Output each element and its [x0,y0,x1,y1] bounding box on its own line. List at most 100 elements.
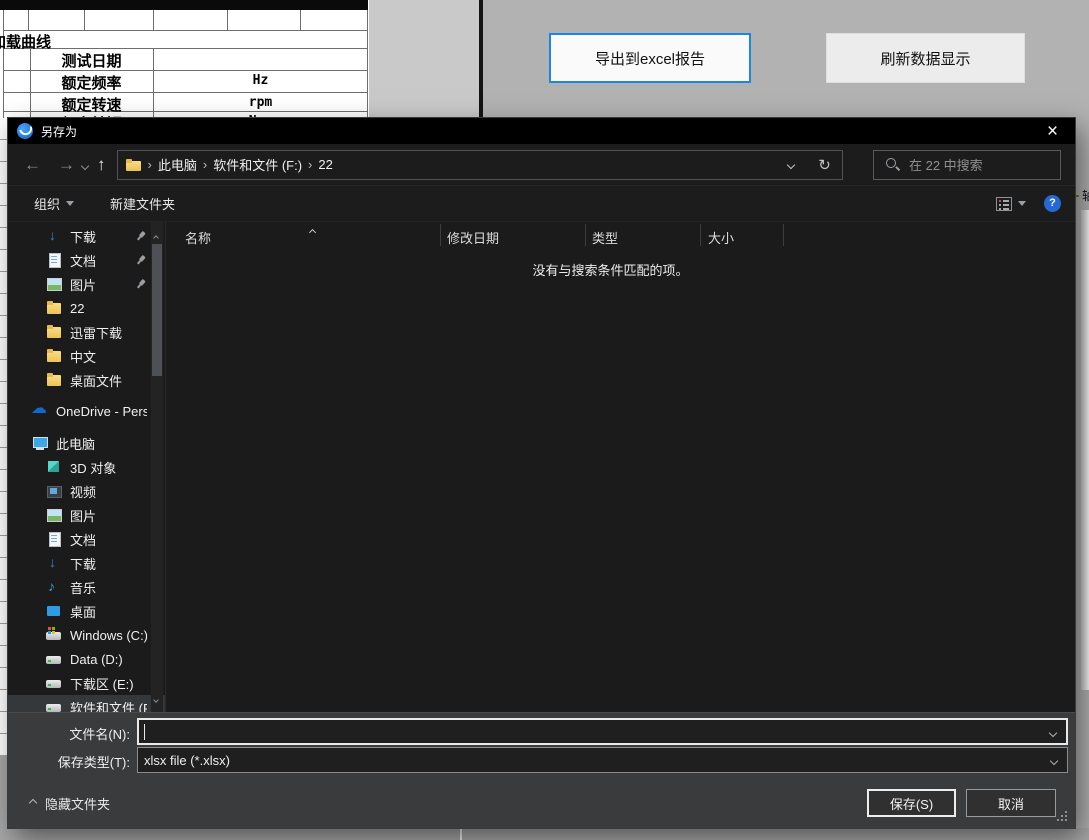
background-chart-edge [1081,210,1089,690]
filetype-label: 保存类型(T): [8,752,130,771]
filetype-select[interactable]: xlsx file (*.xlsx) [137,747,1068,773]
refresh-icon[interactable] [808,151,842,179]
chevron-down-icon [1018,201,1026,206]
video-icon [46,483,62,499]
scrollbar-thumb[interactable] [152,244,162,376]
dialog-title: 另存为 [41,123,77,140]
scroll-down-icon[interactable] [154,689,158,707]
sidebar-item[interactable]: 桌面 [8,599,165,623]
sidebar-item[interactable]: 音乐 [8,575,165,599]
search-box[interactable]: 在 22 中搜索 [873,150,1061,180]
dialog-titlebar[interactable]: 另存为 [8,118,1075,144]
sidebar-item-label: 中文 [70,347,96,366]
column-name[interactable]: 名称 [185,228,211,247]
sidebar-item[interactable]: Windows (C:) [8,623,165,647]
breadcrumb-this-pc[interactable]: 此电脑 [152,155,203,174]
chevron-down-icon[interactable] [1051,751,1057,769]
sidebar-item[interactable]: 文档 [8,248,165,272]
download-icon [46,555,62,571]
sidebar-item-label: 音乐 [70,578,96,597]
empty-folder-message: 没有与搜索条件匹配的项。 [166,260,1055,279]
sidebar-item[interactable]: 下载 [8,224,165,248]
filename-input[interactable] [137,718,1068,745]
address-bar[interactable]: 此电脑 软件和文件 (F:) 22 [117,150,843,180]
breadcrumb-folder-22[interactable]: 22 [312,157,338,172]
desktop-icon [46,603,62,619]
save-as-dialog: 另存为 此电脑 软件和文件 (F:) 22 在 22 中搜索 [8,118,1075,828]
column-modified[interactable]: 修改日期 [447,228,499,247]
sidebar-item-label: 迅雷下载 [70,323,122,342]
sidebar-item[interactable]: 3D 对象 [8,455,165,479]
save-button[interactable]: 保存(S) [867,789,956,817]
drive-icon [46,675,62,691]
drive-icon [46,651,62,667]
new-folder-button[interactable]: 新建文件夹 [110,194,175,213]
breadcrumb-drive-f[interactable]: 软件和文件 (F:) [207,155,308,174]
change-view-button[interactable] [996,197,1026,211]
sidebar-item[interactable]: 图片 [8,272,165,296]
sidebar-item-label: 下载区 (E:) [70,674,134,693]
sidebar-item[interactable]: 软件和文件 (F:) [8,695,165,712]
table-row: 额定转矩 N.m [0,111,368,118]
sidebar-item-label: 文档 [70,530,96,549]
folder-icon [46,300,62,316]
sidebar-item-label: 文档 [70,251,96,270]
background-left-gray [0,755,8,840]
sidebar-item-label: 图片 [70,275,96,294]
sidebar-item[interactable]: 中文 [8,344,165,368]
sidebar-item-label: Data (D:) [70,652,123,667]
sidebar-item-label: 软件和文件 (F:) [70,698,147,713]
sidebar-item[interactable]: 此电脑 [8,431,165,455]
address-dropdown-icon[interactable] [774,151,808,179]
sidebar-item-label: Windows (C:) [70,628,147,643]
sidebar-item[interactable]: 22 [8,296,165,320]
pin-icon [133,228,150,245]
column-type[interactable]: 类型 [592,228,618,247]
background-panel [368,0,479,118]
organize-button[interactable]: 组织 [34,194,74,213]
background-table: 加载曲线 测试日期 额定频率 Hz 额定转速 rpm 额定转矩 N.m [0,10,368,118]
refresh-data-button[interactable]: 刷新数据显示 [826,33,1025,83]
forward-icon[interactable] [58,156,75,173]
export-to-excel-button[interactable]: 导出到excel报告 [549,33,751,83]
chevron-down-icon[interactable] [1050,723,1056,741]
sidebar-item[interactable]: 下载 [8,551,165,575]
back-icon[interactable] [24,156,41,173]
sidebar-item[interactable]: 迅雷下载 [8,320,165,344]
file-list: 名称 修改日期 类型 大小 没有与搜索条件匹配的项。 [166,222,1075,712]
navigation-pane: 下载文档图片22迅雷下载中文桌面文件OneDrive - Pers此电脑3D 对… [8,222,166,712]
sort-ascending-icon [310,222,315,240]
resize-grip[interactable] [1057,811,1069,823]
drive-icon [46,699,62,712]
sidebar-item[interactable]: 桌面文件 [8,368,165,392]
background-left-strip [0,118,8,755]
sidebar-item-label: 桌面 [70,602,96,621]
scroll-up-icon[interactable] [154,227,158,245]
sidebar-item-label: 图片 [70,506,96,525]
sidebar-scrollbar[interactable] [151,222,163,712]
table-row: 测试日期 [0,48,368,70]
column-size[interactable]: 大小 [708,228,734,247]
navigation-bar: 此电脑 软件和文件 (F:) 22 在 22 中搜索 [8,144,1075,186]
close-icon[interactable] [1030,118,1075,144]
sidebar-item[interactable]: Data (D:) [8,647,165,671]
history-chevron-icon[interactable] [82,156,88,174]
sidebar-item[interactable]: 下载区 (E:) [8,671,165,695]
hide-folders-button[interactable]: 隐藏文件夹 [22,791,118,815]
sidebar-item[interactable]: OneDrive - Pers [8,399,165,423]
background-top-bar [0,0,370,10]
document-icon [46,531,62,547]
sidebar-item-label: 视频 [70,482,96,501]
download-icon [46,228,62,244]
sidebar-item[interactable]: 视频 [8,479,165,503]
chevron-down-icon [66,201,74,206]
sidebar-item[interactable]: 文档 [8,527,165,551]
sidebar-item-label: 桌面文件 [70,371,122,390]
cancel-button[interactable]: 取消 [966,789,1056,817]
up-icon[interactable] [97,156,106,173]
sidebar-item[interactable]: 图片 [8,503,165,527]
table-row: 额定频率 Hz [0,70,368,92]
folder-icon [46,324,62,340]
pictures-icon [46,276,62,292]
help-icon[interactable] [1044,195,1061,212]
